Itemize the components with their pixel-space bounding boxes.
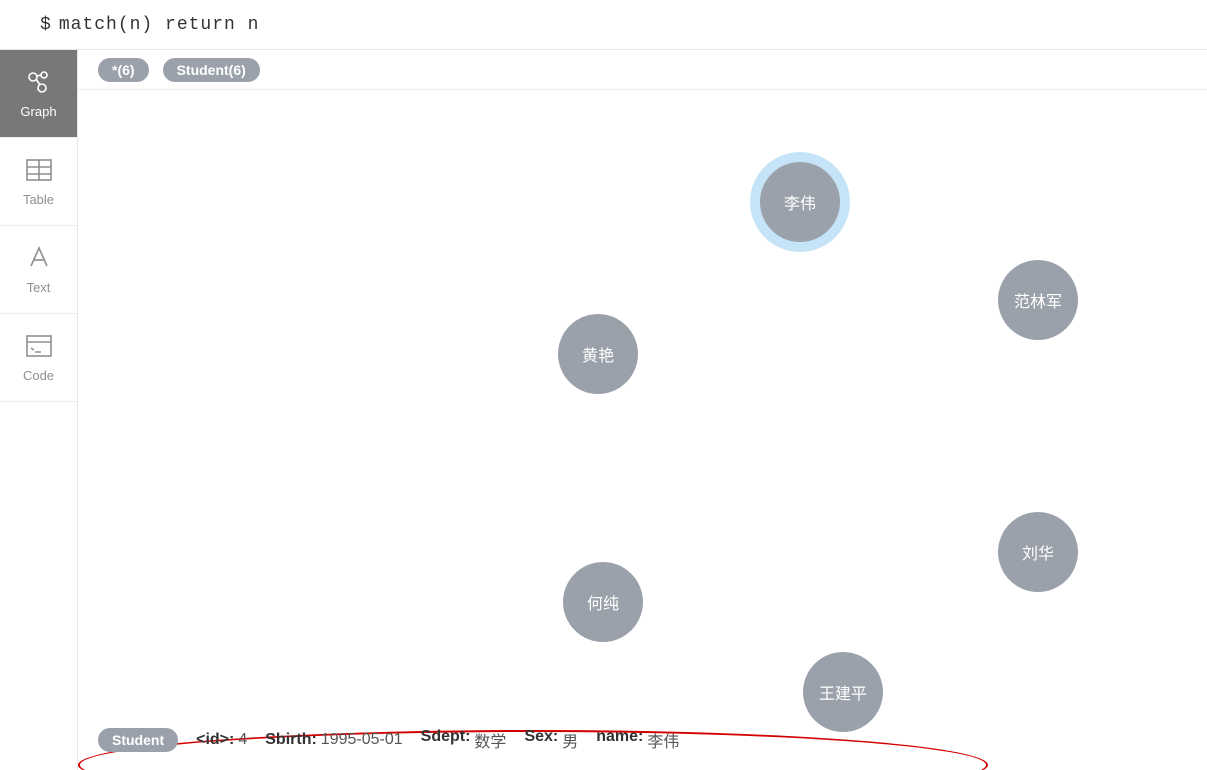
sidebar-item-label: Graph <box>20 104 56 119</box>
graph-node[interactable]: 李伟 <box>760 162 840 242</box>
detail-key: Sex: <box>524 728 558 752</box>
sidebar: Graph Table Text <box>0 50 78 770</box>
detail-value: 男 <box>562 728 578 752</box>
code-icon <box>25 332 53 360</box>
sidebar-item-graph[interactable]: Graph <box>0 50 77 138</box>
node-label: 王建平 <box>819 680 867 704</box>
filter-pill-all[interactable]: *(6) <box>98 58 149 82</box>
text-icon <box>25 244 53 272</box>
sidebar-item-label: Text <box>27 280 51 295</box>
detail-value: 4 <box>238 731 247 749</box>
detail-key: Sbirth: <box>265 731 317 749</box>
detail-prop: Sbirth: 1995-05-01 <box>265 731 402 749</box>
node-label: 刘华 <box>1022 540 1054 564</box>
graph-node[interactable]: 何纯 <box>563 562 643 642</box>
filter-pill-student[interactable]: Student(6) <box>163 58 260 82</box>
graph-node[interactable]: 范林军 <box>998 260 1078 340</box>
detail-value: 数学 <box>474 728 506 752</box>
graph-node[interactable]: 黄艳 <box>558 314 638 394</box>
detail-key: <id>: <box>196 731 234 749</box>
graph-canvas[interactable]: 李伟 黄艳 范林军 何纯 王建平 刘华 Student <id>: <box>78 90 1207 770</box>
sidebar-item-label: Table <box>23 192 54 207</box>
detail-label-pill[interactable]: Student <box>98 728 178 752</box>
filter-row: *(6) Student(6) <box>78 50 1207 90</box>
node-label: 范林军 <box>1014 288 1062 312</box>
node-label: 李伟 <box>784 190 816 214</box>
detail-value: 1995-05-01 <box>321 731 403 749</box>
detail-prop: name: 李伟 <box>596 728 679 752</box>
query-text: match(n) return n <box>59 15 260 35</box>
detail-bar: Student <id>: 4 Sbirth: 1995-05-01 Sdept… <box>98 720 1187 760</box>
main-area: Graph Table Text <box>0 50 1207 770</box>
query-bar[interactable]: $ match(n) return n <box>0 0 1207 50</box>
detail-prop: <id>: 4 <box>196 731 247 749</box>
sidebar-item-code[interactable]: Code <box>0 314 77 402</box>
content: *(6) Student(6) 李伟 黄艳 范林军 何纯 王建平 刘华 <box>78 50 1207 770</box>
sidebar-item-text[interactable]: Text <box>0 226 77 314</box>
detail-prop: Sdept: 数学 <box>421 728 507 752</box>
query-prompt: $ <box>40 15 51 35</box>
sidebar-item-table[interactable]: Table <box>0 138 77 226</box>
graph-icon <box>25 68 53 96</box>
sidebar-item-label: Code <box>23 368 54 383</box>
detail-prop: Sex: 男 <box>524 728 578 752</box>
detail-value: 李伟 <box>647 728 679 752</box>
table-icon <box>25 156 53 184</box>
node-label: 何纯 <box>587 590 619 614</box>
node-label: 黄艳 <box>582 342 614 366</box>
detail-key: name: <box>596 728 643 752</box>
detail-key: Sdept: <box>421 728 471 752</box>
graph-node[interactable]: 刘华 <box>998 512 1078 592</box>
